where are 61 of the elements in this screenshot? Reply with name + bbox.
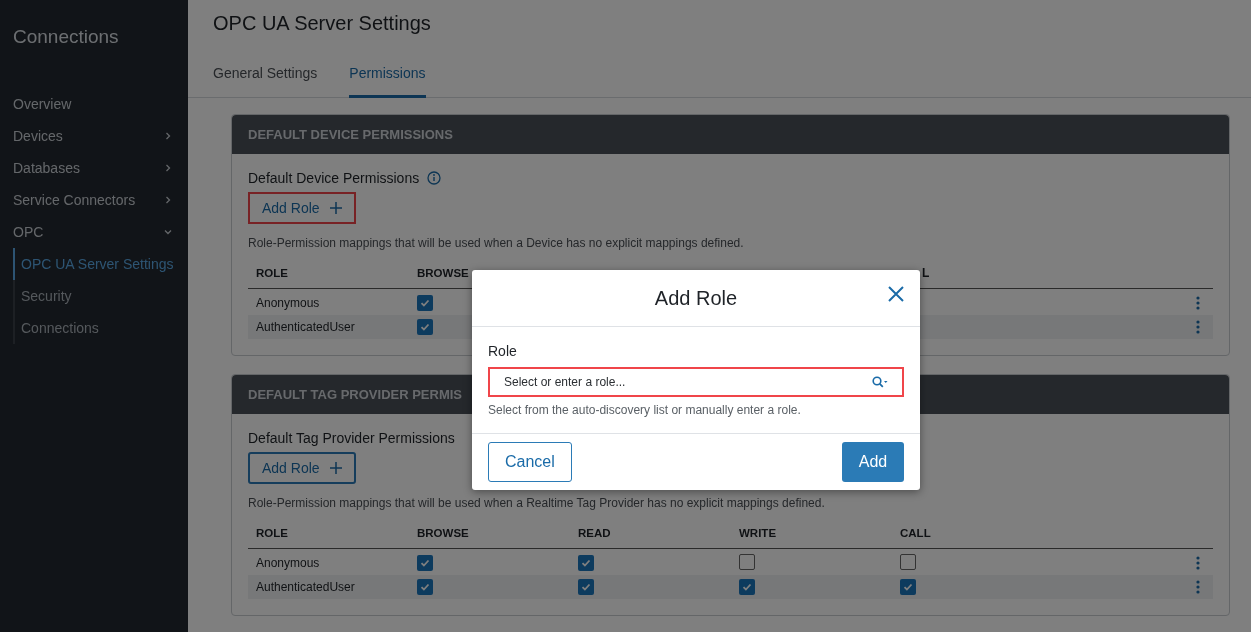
column-header: BROWSE [417, 527, 470, 539]
nav-item[interactable]: Service Connectors [13, 184, 173, 216]
permission-checkbox[interactable] [417, 318, 433, 335]
role-cell-text: Anonymous [255, 556, 321, 570]
permission-checkbox[interactable] [417, 554, 433, 571]
section-title: Default Device Permissions [248, 170, 420, 186]
column-header: ROLE [255, 267, 289, 279]
permission-checkbox[interactable] [739, 578, 755, 595]
add-role-button[interactable]: Add Role [248, 192, 356, 224]
section-title: Default Tag Provider Permissions [248, 430, 455, 446]
nav-subitem[interactable]: Security [13, 280, 188, 312]
column-header: CALL [900, 527, 932, 539]
nav-item[interactable]: Databases [13, 152, 173, 184]
nav-item[interactable]: OPC [13, 216, 173, 248]
sidebar-title: Connections [13, 26, 120, 48]
chevron-right-icon [163, 163, 173, 173]
close-icon [888, 286, 904, 302]
dialog-title: Add Role [654, 286, 738, 310]
permission-checkbox[interactable] [739, 553, 755, 570]
cancel-button[interactable]: Cancel [488, 442, 572, 482]
permission-checkbox[interactable] [900, 553, 916, 570]
field-hint: Select from the auto-discovery list or manually enter a role. [488, 403, 802, 417]
search-icon [872, 376, 888, 388]
nav-item[interactable]: Devices [13, 120, 173, 152]
permission-checkbox[interactable] [417, 294, 433, 311]
page-title: OPC UA Server Settings [213, 12, 432, 35]
more-options-icon[interactable] [1196, 296, 1200, 310]
plus-icon [329, 202, 342, 214]
column-header: BROWSE [417, 267, 470, 279]
description-text: Role-Permission mappings that will be used when a Realtime Tag Provider has no explicit mappings defined. [248, 496, 826, 510]
nav-subitem[interactable]: OPC UA Server Settings [13, 248, 188, 280]
chevron-right-icon [163, 195, 173, 205]
column-header: READ [578, 527, 612, 539]
description-text: Role-Permission mappings that will be used when a Device has no explicit mappings defined. [248, 236, 745, 250]
role-cell-text: AuthenticatedUser [255, 320, 356, 334]
column-header: ROLE [255, 527, 289, 539]
field-label: Role [488, 343, 518, 359]
card-header: DEFAULT DEVICE PERMISSIONS [232, 115, 1229, 154]
column-header: WRITE [739, 527, 778, 539]
chevron-down-icon [163, 227, 173, 237]
role-cell-text: AuthenticatedUser [255, 580, 356, 594]
add-role-button[interactable]: Add Role [248, 452, 356, 484]
more-options-icon[interactable] [1196, 320, 1200, 334]
info-icon[interactable] [427, 171, 442, 185]
role-input-field[interactable]: Select or enter a role... [488, 367, 904, 397]
tab[interactable]: General Settings [213, 57, 318, 98]
permission-checkbox[interactable] [417, 578, 433, 595]
chevron-right-icon [163, 131, 173, 141]
permission-checkbox[interactable] [578, 554, 594, 571]
more-options-icon[interactable] [1196, 580, 1200, 594]
more-options-icon[interactable] [1196, 556, 1200, 570]
column-header: L [921, 266, 931, 280]
add-button[interactable]: Add [842, 442, 904, 482]
nav-subitem[interactable]: Connections [13, 312, 188, 344]
permission-checkbox[interactable] [900, 578, 916, 595]
permission-checkbox[interactable] [578, 578, 594, 595]
tab[interactable]: Permissions [349, 57, 426, 98]
close-button[interactable] [888, 286, 904, 302]
role-cell-text: Anonymous [255, 296, 321, 310]
nav-item[interactable]: Overview [13, 88, 173, 120]
plus-icon [329, 462, 342, 474]
